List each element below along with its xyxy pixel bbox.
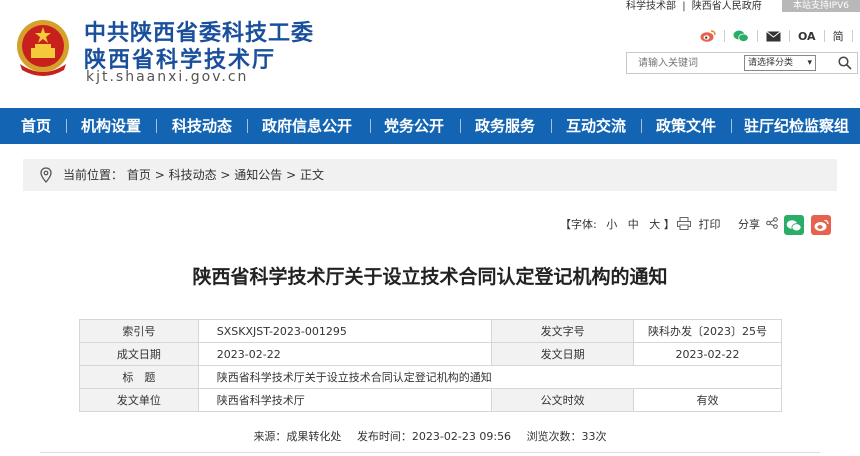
index-label: 索引号 [79,319,199,343]
link-provincial-government[interactable]: 陕西省人民政府 [692,1,762,12]
nav-gov-services[interactable]: 政务服务 [475,108,535,144]
email-icon[interactable] [766,28,781,44]
simplified-chinese-icon[interactable]: 简 [833,28,844,44]
created-date-value: 2023-02-22 [197,342,493,366]
subject-label: 标 题 [79,365,199,389]
table-row: 索引号 SXSKXJST-2023-001295 发文字号 陕科办发〔2023〕… [79,319,782,343]
top-link-separator: | [682,1,686,12]
search-input[interactable] [627,53,739,73]
breadcrumb-home[interactable]: 首页 [127,168,151,182]
nav-discipline-inspection[interactable]: 驻厅纪检监察组 [744,108,849,144]
document-meta-table: 索引号 SXSKXJST-2023-001295 发文字号 陕科办发〔2023〕… [79,319,783,412]
search-bar: 请选择分类 ▾ [626,52,858,74]
weibo-icon [814,219,829,231]
print-label: 打印 [698,218,721,231]
category-select[interactable]: 请选择分类 ▾ [744,55,816,71]
nav-party-affairs[interactable]: 党务公开 [384,108,444,144]
font-size-close: 】 [663,218,675,231]
nav-interaction[interactable]: 互动交流 [566,108,626,144]
ipv6-badge: 本站支持IPV6 [782,0,860,12]
nav-tech-news[interactable]: 科技动态 [172,108,232,144]
share-icon [765,217,778,229]
font-large-button[interactable]: 大 [649,218,660,231]
table-row: 发文单位 陕西省科学技术厅 公文时效 有效 [79,388,782,412]
view-count-text: 浏览次数：33次 [526,430,607,443]
issuer-label: 发文单位 [79,388,199,412]
breadcrumb-separator: > [154,168,169,182]
breadcrumb-separator: > [286,168,300,182]
nav-organization[interactable]: 机构设置 [81,108,141,144]
site-header: 中共陕西省委科技工委 陕西省科学技术厅 kjt.shaanxi.gov.cn 科… [0,0,860,108]
font-small-button[interactable]: 小 [606,218,617,231]
issued-date-label: 发文日期 [491,342,635,366]
link-most[interactable]: 科学技术部 [626,1,676,12]
search-button[interactable] [832,53,858,73]
article-title: 陕西省科学技术厅关于设立技术合同认定登记机构的通知 [192,266,668,288]
main-nav: 首页 机构设置 科技动态 政府信息公开 党务公开 政务服务 互动交流 政策文件 … [0,108,860,144]
validity-value: 有效 [633,388,782,412]
source-text: 来源：成果转化处 [253,430,342,443]
print-button[interactable]: 打印 [677,214,721,236]
font-size-label: 【字体: [560,218,597,231]
printer-icon [677,217,691,230]
share-weibo-button[interactable] [811,215,831,235]
header-icon-row: OA 简 繁 [700,26,860,46]
category-select-value: 请选择分类 [748,58,794,68]
doc-no-label: 发文字号 [491,319,635,343]
issued-date-value: 2023-02-22 [633,342,782,366]
font-size-controls: 【字体: 小 中 大 】 [560,214,675,236]
divider [40,452,820,453]
chevron-down-icon: ▾ [807,58,812,68]
issuer-value: 陕西省科学技术厅 [197,388,493,412]
share-label-group: 分享 [738,214,778,236]
doc-no-value: 陕科办发〔2023〕25号 [633,319,782,343]
weibo-icon[interactable] [700,28,716,44]
created-date-label: 成文日期 [79,342,199,366]
table-row: 成文日期 2023-02-22 发文日期 2023-02-22 [79,342,782,366]
wechat-icon [786,219,802,231]
nav-policy-docs[interactable]: 政策文件 [656,108,716,144]
nav-gov-info[interactable]: 政府信息公开 [262,108,352,144]
breadcrumb-separator: > [220,168,235,182]
breadcrumb-notices[interactable]: 通知公告 [234,168,282,182]
subject-value: 陕西省科学技术厅关于设立技术合同认定登记机构的通知 [197,365,783,389]
oa-icon[interactable]: OA [798,28,816,44]
share-label: 分享 [738,218,760,231]
national-emblem-icon [17,20,69,76]
breadcrumb-label: 当前位置： [63,168,124,182]
nav-home[interactable]: 首页 [21,108,51,144]
share-wechat-button[interactable] [784,215,804,235]
publish-time-text: 发布时间：2023-02-23 09:56 [356,430,512,443]
breadcrumb-tech-news[interactable]: 科技动态 [169,168,217,182]
site-domain: kjt.shaanxi.gov.cn [86,69,249,85]
wechat-icon[interactable] [733,28,749,44]
article-info: 来源：成果转化处 发布时间：2023-02-23 09:56 浏览次数：33次 [0,428,860,444]
search-icon [838,56,852,70]
top-links: 科学技术部 | 陕西省人民政府 [626,0,765,12]
validity-label: 公文时效 [491,388,635,412]
breadcrumb-current: 正文 [300,168,325,182]
index-value: SXSKXJST-2023-001295 [197,319,493,343]
table-row: 标 题 陕西省科学技术厅关于设立技术合同认定登记机构的通知 [79,365,783,389]
location-pin-icon [40,167,52,183]
font-medium-button[interactable]: 中 [628,218,639,231]
breadcrumb: 当前位置： 首页 > 科技动态 > 通知公告 > 正文 [23,159,837,191]
